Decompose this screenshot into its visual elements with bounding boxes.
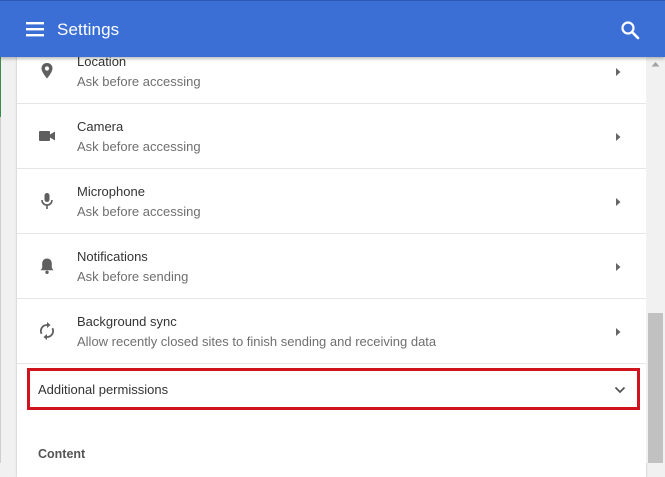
content-section-title: Content xyxy=(38,447,86,461)
sync-icon xyxy=(40,322,54,340)
app-header: Settings xyxy=(0,0,665,57)
permission-label: Notifications xyxy=(77,249,148,264)
bell-icon xyxy=(40,258,54,274)
permission-row-background-sync[interactable]: Background sync Allow recently closed si… xyxy=(17,299,646,364)
permission-description: Ask before accessing xyxy=(77,204,201,219)
scroll-up-arrow-icon[interactable] xyxy=(651,61,660,67)
permission-row-microphone[interactable]: Microphone Ask before accessing xyxy=(17,169,646,234)
permission-label: Camera xyxy=(77,119,124,134)
camera-icon xyxy=(39,131,55,141)
permission-row-notifications[interactable]: Notifications Ask before sending xyxy=(17,234,646,299)
permissions-card: Location Ask before accessing Camera Ask… xyxy=(17,54,646,477)
page-edge xyxy=(0,57,1,463)
permission-description: Ask before sending xyxy=(77,269,189,284)
permission-label: Microphone xyxy=(77,184,145,199)
permission-description: Allow recently closed sites to finish se… xyxy=(77,334,437,349)
hamburger-menu-icon[interactable] xyxy=(24,18,46,40)
page-title: Settings xyxy=(57,20,120,39)
additional-permissions-label: Additional permissions xyxy=(38,382,169,397)
scrollbar[interactable] xyxy=(646,57,665,463)
chevron-right-icon xyxy=(616,133,621,141)
search-icon[interactable] xyxy=(619,19,641,41)
page-edge-accent xyxy=(0,57,1,117)
chevron-right-icon xyxy=(616,263,621,271)
location-pin-icon xyxy=(41,63,53,79)
chevron-right-icon xyxy=(616,68,621,76)
chevron-right-icon xyxy=(616,328,621,336)
permission-description: Ask before accessing xyxy=(77,139,201,154)
microphone-icon xyxy=(41,193,53,209)
chevron-down-icon xyxy=(614,386,626,394)
permission-label: Background sync xyxy=(77,314,177,329)
permission-row-camera[interactable]: Camera Ask before accessing xyxy=(17,104,646,169)
permission-description: Ask before accessing xyxy=(77,74,201,89)
additional-permissions-button[interactable]: Additional permissions xyxy=(27,368,640,410)
chevron-right-icon xyxy=(616,198,621,206)
scrollbar-thumb[interactable] xyxy=(648,313,663,463)
